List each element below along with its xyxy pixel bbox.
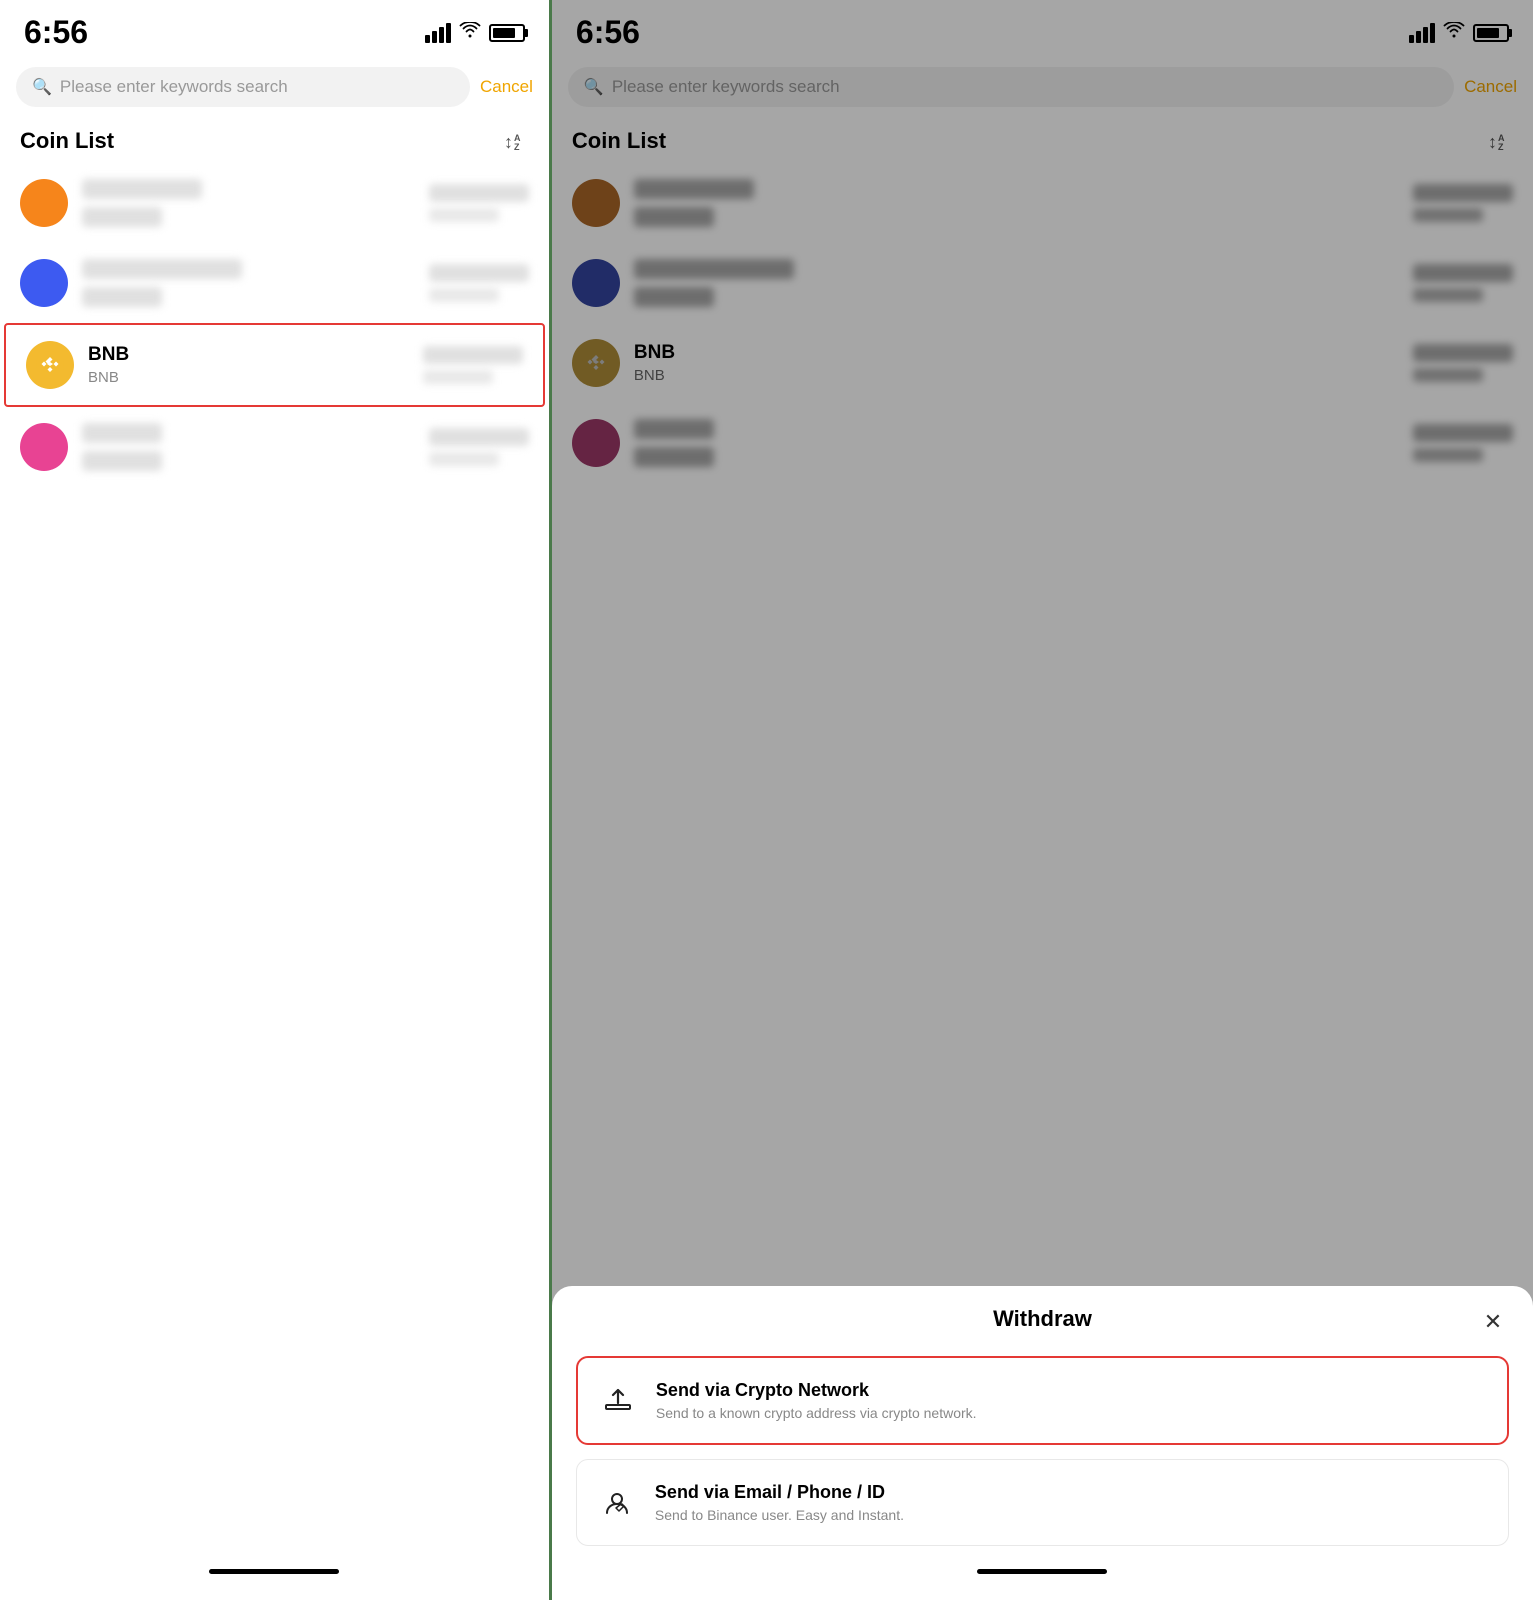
left-coin-list-header: Coin List ↕ A Z xyxy=(0,115,549,163)
left-coin-value-bnb xyxy=(423,346,523,384)
left-coin-info-bnb: BNB BNB xyxy=(88,344,409,386)
crypto-network-title: Send via Crypto Network xyxy=(656,1380,977,1401)
left-coin-list-title: Coin List xyxy=(20,128,114,154)
right-panel: 6:56 🔍 Please enter keywords search xyxy=(552,0,1533,1600)
left-coin-name-blurred-1 xyxy=(82,179,202,199)
left-coin-value-1 xyxy=(429,184,529,222)
left-time: 6:56 xyxy=(24,14,88,51)
left-home-indicator xyxy=(209,1569,339,1574)
left-coin-item-bnb[interactable]: BNB BNB xyxy=(4,323,545,407)
left-coin-symbol-blurred-1 xyxy=(82,207,162,227)
email-phone-option[interactable]: Send via Email / Phone / ID Send to Bina… xyxy=(576,1459,1509,1546)
left-coin-val-sm-blurred-1 xyxy=(429,208,499,222)
crypto-network-option[interactable]: Send via Crypto Network Send to a known … xyxy=(576,1356,1509,1445)
right-bottom-bar xyxy=(552,1550,1533,1600)
left-coin-info-2 xyxy=(82,259,415,307)
crypto-upload-icon xyxy=(598,1381,638,1421)
left-coin-value-4 xyxy=(429,428,529,466)
left-coin-val-sm-blurred-2 xyxy=(429,288,499,302)
left-coin-item-1[interactable] xyxy=(0,163,549,243)
sort-icon[interactable]: ↕ A Z xyxy=(501,127,529,155)
left-coin-val-sm-bnb xyxy=(423,370,493,384)
left-coin-item-4[interactable] xyxy=(0,407,549,487)
svg-text:Z: Z xyxy=(514,142,520,152)
left-coin-val-bnb xyxy=(423,346,523,364)
left-coin-name-bnb: BNB xyxy=(88,344,409,366)
left-coin-info-4 xyxy=(82,423,415,471)
left-coin-val-blurred-2 xyxy=(429,264,529,282)
left-coin-val-sm-blurred-4 xyxy=(429,452,499,466)
svg-text:↕: ↕ xyxy=(504,132,513,152)
left-coin-item-2[interactable] xyxy=(0,243,549,323)
left-search-bar: 🔍 Please enter keywords search Cancel xyxy=(0,59,549,115)
email-phone-icon xyxy=(597,1483,637,1523)
close-button[interactable]: ✕ xyxy=(1477,1306,1509,1338)
left-coin-symbol-blurred-2 xyxy=(82,287,162,307)
left-cancel-button[interactable]: Cancel xyxy=(480,77,533,97)
left-status-icons xyxy=(425,22,525,43)
left-coin-list: BNB BNB xyxy=(0,163,549,1550)
crypto-network-content: Send via Crypto Network Send to a known … xyxy=(656,1380,977,1421)
crypto-network-subtitle: Send to a known crypto address via crypt… xyxy=(656,1405,977,1421)
wifi-icon xyxy=(459,22,481,43)
left-coin-avatar-2 xyxy=(20,259,68,307)
left-status-bar: 6:56 xyxy=(0,0,549,59)
left-coin-info-1 xyxy=(82,179,415,227)
search-icon: 🔍 xyxy=(32,77,52,97)
right-home-indicator xyxy=(977,1569,1107,1574)
sheet-title: Withdraw xyxy=(993,1306,1092,1332)
battery-icon xyxy=(489,24,525,42)
left-panel: 6:56 🔍 Please enter keywords search xyxy=(0,0,549,1600)
left-coin-symbol-blurred-4 xyxy=(82,451,162,471)
left-coin-value-2 xyxy=(429,264,529,302)
signal-icon xyxy=(425,23,451,43)
left-coin-val-blurred-4 xyxy=(429,428,529,446)
left-coin-avatar-1 xyxy=(20,179,68,227)
left-search-placeholder: Please enter keywords search xyxy=(60,77,288,97)
left-coin-name-blurred-4 xyxy=(82,423,162,443)
left-coin-avatar-4 xyxy=(20,423,68,471)
email-phone-subtitle: Send to Binance user. Easy and Instant. xyxy=(655,1507,904,1523)
left-search-input-wrap[interactable]: 🔍 Please enter keywords search xyxy=(16,67,470,107)
sheet-header: Withdraw ✕ xyxy=(576,1306,1509,1332)
left-coin-symbol-bnb: BNB xyxy=(88,369,409,386)
email-phone-content: Send via Email / Phone / ID Send to Bina… xyxy=(655,1482,904,1523)
left-bottom-bar xyxy=(0,1550,549,1600)
left-coin-avatar-bnb xyxy=(26,341,74,389)
left-coin-val-blurred-1 xyxy=(429,184,529,202)
left-coin-name-blurred-2 xyxy=(82,259,242,279)
email-phone-title: Send via Email / Phone / ID xyxy=(655,1482,904,1503)
